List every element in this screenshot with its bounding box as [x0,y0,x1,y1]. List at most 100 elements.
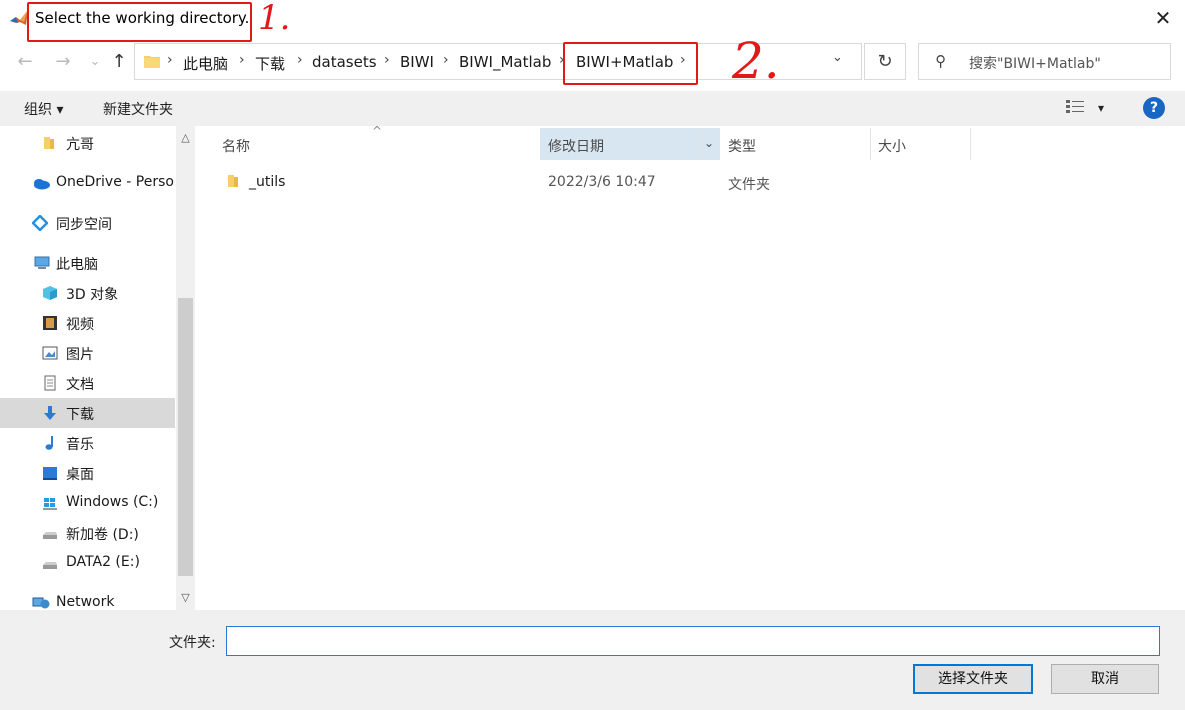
breadcrumb-separator: › [443,52,449,68]
video-icon [43,316,57,330]
column-label: 大小 [878,139,906,155]
scroll-up-icon[interactable]: △ [176,128,195,148]
up-button[interactable]: ↑ [108,50,130,74]
column-header-size[interactable]: 大小 [870,128,970,160]
3d-objects-icon [43,286,57,300]
view-dropdown-icon[interactable]: ▾ [1098,101,1104,115]
nav-item-label: Windows (C:) [66,494,159,510]
annotation-box-current-folder [563,42,698,85]
scroll-thumb[interactable] [178,298,193,576]
windows-drive-icon [43,498,57,510]
breadcrumb-separator: › [384,52,390,68]
nav-item-label: 同步空间 [56,217,112,233]
organize-button[interactable]: 组织 ▾ [24,99,63,119]
nav-item-drive-d[interactable]: 新加卷 (D:) [0,518,175,548]
address-dropdown-button[interactable]: ⌄ [832,50,843,65]
navigation-pane: 亢哥 OneDrive - Personal 同步空间 此电脑 3D 对象 视频… [0,126,196,610]
nav-item-label: 新加卷 (D:) [66,527,139,543]
nav-item-this-pc[interactable]: 此电脑 [0,248,175,278]
scroll-down-icon[interactable]: ▽ [176,588,195,608]
column-label: 类型 [728,139,756,155]
nav-item-label: 音乐 [66,437,94,453]
nav-scrollbar[interactable]: △ ▽ [176,126,195,610]
nav-item-sync-space[interactable]: 同步空间 [0,208,175,238]
desktop-icon [43,467,57,480]
chevron-down-icon[interactable]: ⌄ [704,136,714,150]
nav-item-pictures[interactable]: 图片 [0,338,175,368]
column-divider [702,128,703,160]
nav-item-label: 下载 [66,407,94,423]
download-icon [44,406,56,420]
column-divider [970,128,971,160]
drive-icon [43,532,57,539]
folder-icon [144,56,160,68]
refresh-button[interactable]: ↻ [864,43,906,80]
back-button[interactable]: ← [14,50,36,74]
nav-item-label: 3D 对象 [66,287,119,303]
nav-item-music[interactable]: 音乐 [0,428,175,458]
column-header-type[interactable]: 类型 [720,128,870,160]
recent-locations-button[interactable]: ⌄ [84,50,106,74]
close-button[interactable]: ✕ [1148,4,1178,32]
network-icon [32,597,50,609]
cancel-button[interactable]: 取消 [1051,664,1159,694]
file-date: 2022/3/6 10:47 [548,174,656,190]
folder-label: 文件夹: [169,635,216,651]
column-label: 名称 [222,139,250,155]
breadcrumb-separator: › [239,52,245,68]
search-input[interactable]: ⚲ 搜索"BIWI+Matlab" [918,43,1171,80]
search-icon: ⚲ [935,52,946,70]
music-icon [45,436,53,450]
breadcrumb-biwi-matlab[interactable]: BIWI_Matlab [459,53,551,71]
sync-space-icon [32,215,48,231]
documents-icon [44,375,56,391]
pictures-icon [42,346,58,360]
select-folder-button[interactable]: 选择文件夹 [913,664,1033,694]
file-type: 文件夹 [728,177,770,193]
nav-item-label: DATA2 (E:) [66,554,140,570]
new-folder-button[interactable]: 新建文件夹 [103,99,173,119]
nav-item-label: 文档 [66,377,94,393]
nav-item-label: 图片 [66,347,94,363]
view-options-icon[interactable] [1066,99,1084,115]
nav-item-data2-e[interactable]: DATA2 (E:) [0,548,175,578]
nav-item-kang-ge[interactable]: 亢哥 [0,128,175,158]
column-label: 修改日期 [548,139,604,155]
toolbar: 组织 ▾ 新建文件夹 ▾ ? [0,91,1185,126]
breadcrumb-separator: › [167,52,173,68]
folder-input[interactable] [226,626,1160,656]
column-header-date-modified[interactable]: 修改日期 ⌄ [540,128,720,160]
nav-item-desktop[interactable]: 桌面 [0,458,175,488]
folder-icon [44,137,54,149]
nav-item-label: 亢哥 [66,137,94,153]
nav-item-label: 此电脑 [56,257,98,273]
column-header-name[interactable]: 名称 [210,128,540,160]
breadcrumb-this-pc[interactable]: 此电脑 [183,53,228,74]
nav-item-label: Network [56,594,115,610]
nav-item-videos[interactable]: 视频 [0,308,175,338]
breadcrumb-downloads[interactable]: 下载 [255,53,285,74]
nav-item-label: 桌面 [66,467,94,483]
this-pc-icon [34,256,50,269]
nav-item-onedrive[interactable]: OneDrive - Personal [0,168,175,198]
onedrive-icon [34,179,50,190]
file-row[interactable]: _utils 2022/3/6 10:47 文件夹 [210,168,970,196]
breadcrumb-biwi[interactable]: BIWI [400,53,434,71]
nav-item-3d-objects[interactable]: 3D 对象 [0,278,175,308]
drive-icon [43,562,57,569]
breadcrumb-separator: › [297,52,303,68]
help-button[interactable]: ? [1143,97,1165,119]
breadcrumb-datasets[interactable]: datasets [312,53,377,71]
nav-item-documents[interactable]: 文档 [0,368,175,398]
nav-item-label: OneDrive - Personal [56,174,175,190]
forward-button[interactable]: → [52,50,74,74]
nav-item-downloads[interactable]: 下载 [0,398,175,428]
nav-item-label: 视频 [66,317,94,333]
nav-item-windows-c[interactable]: Windows (C:) [0,488,175,518]
annotation-box-title [27,2,252,42]
file-name: _utils [249,174,286,190]
folder-icon [228,175,238,187]
annotation-note-1: 1. [258,0,291,38]
dialog-footer: 文件夹: 选择文件夹 取消 [0,610,1185,710]
search-placeholder: 搜索"BIWI+Matlab" [969,56,1101,72]
